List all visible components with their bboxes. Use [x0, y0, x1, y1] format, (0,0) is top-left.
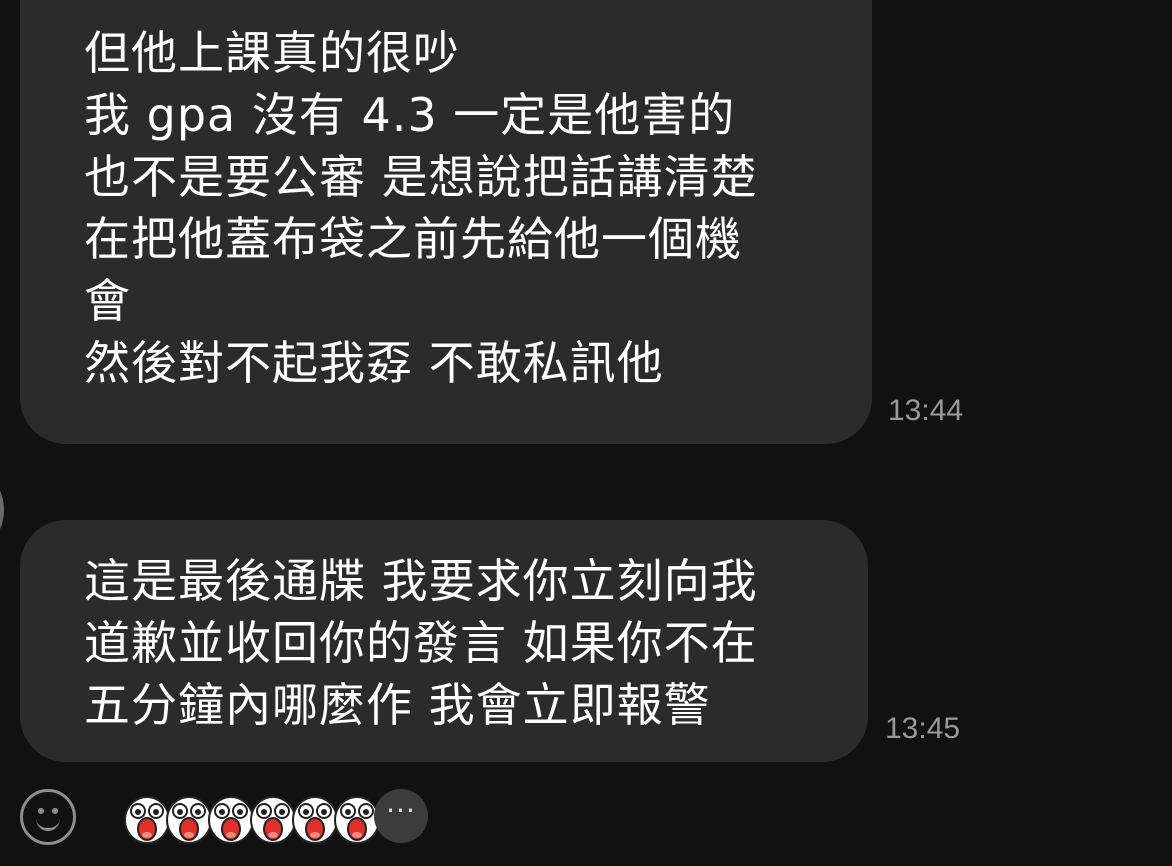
message-line: 也不是要公審 是想說把話講清楚	[84, 150, 758, 204]
message-line: 在把他蓋布袋之前先給他一個機	[84, 212, 742, 266]
smiley-icon[interactable]	[20, 789, 76, 845]
message-timestamp: 13:45	[885, 712, 961, 745]
message-timestamp: 13:44	[888, 394, 964, 427]
message-line: 這是最後通牒 我要求你立刻向我	[84, 554, 758, 608]
message-line: 道歉並收回你的發言 如果你不在	[84, 616, 758, 670]
message-line: 我 gpa 沒有 4.3 一定是他害的	[84, 88, 736, 142]
smiley-mouth	[36, 814, 60, 831]
message-line: 然後對不起我孬 不敢私訊他	[84, 336, 664, 390]
message-line: 會	[84, 274, 131, 328]
message-line: 五分鐘內哪麼作 我會立即報警	[84, 678, 711, 732]
sender-avatar[interactable]	[0, 482, 4, 538]
message-line: 但他上課真的很吵	[84, 26, 460, 80]
message-text: 但他上課真的很吵 我 gpa 沒有 4.3 一定是他害的 也不是要公審 是想說把…	[84, 22, 758, 394]
message-text: 這是最後通牒 我要求你立刻向我 道歉並收回你的發言 如果你不在 五分鐘內哪麼作 …	[84, 550, 758, 736]
message-bubble[interactable]: 但他上課真的很吵 我 gpa 沒有 4.3 一定是他害的 也不是要公審 是想說把…	[20, 0, 872, 444]
chat-area: 但他上課真的很吵 我 gpa 沒有 4.3 一定是他害的 也不是要公審 是想說把…	[0, 0, 1172, 866]
more-stickers-button[interactable]: ···	[374, 789, 428, 843]
input-bar: ···	[0, 775, 1172, 866]
message-bubble[interactable]: 這是最後通牒 我要求你立刻向我 道歉並收回你的發言 如果你不在 五分鐘內哪麼作 …	[20, 520, 868, 762]
